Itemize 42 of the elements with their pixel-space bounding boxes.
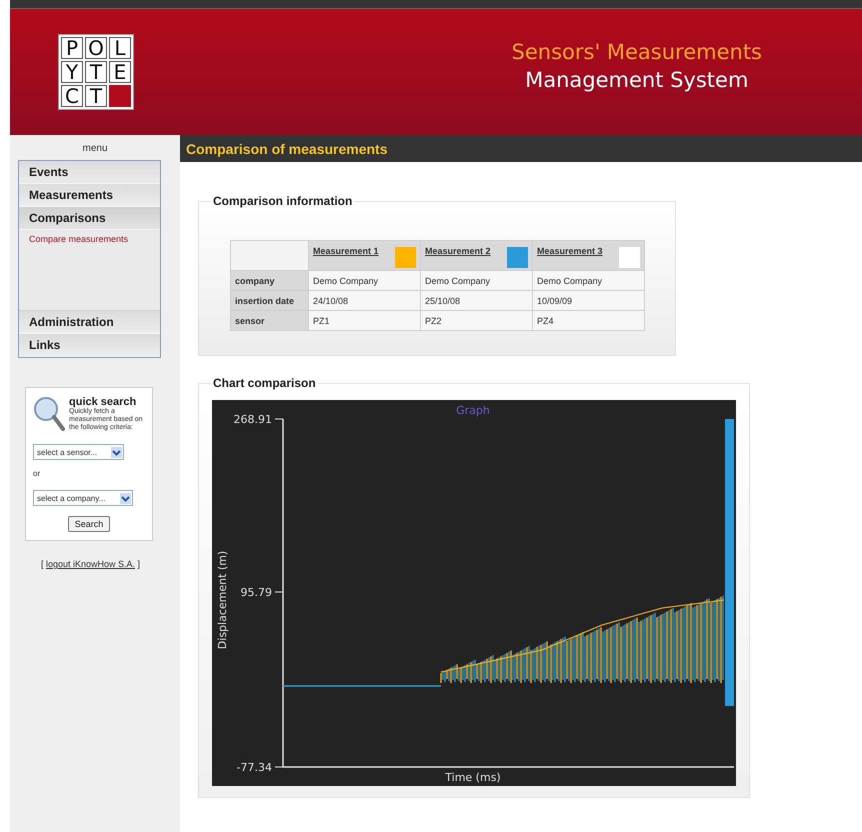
table-cell: 25/10/08 [420,290,532,310]
or-label: or [33,469,42,478]
chart-title: Graph [456,404,490,417]
search-button[interactable]: Search [68,516,110,532]
table-cell: Demo Company [532,270,644,290]
table-cell: PZ1 [308,310,420,330]
magnifier-icon [33,396,65,432]
table-cell: PZ4 [532,310,644,330]
bracket: ] [138,559,140,569]
table-cell: Demo Company [308,270,420,290]
y-tick-label: 95.79 [240,586,272,599]
menu-item[interactable]: Measurements [19,184,160,207]
section-heading: Chart comparison [212,376,317,390]
x-axis-label: Time (ms) [445,771,501,784]
menu-label: menu [81,142,108,156]
chevron-down-icon [111,446,122,458]
bracket: [ [40,559,44,569]
menu-item[interactable]: Events [19,161,160,184]
menu-item[interactable]: Comparisons [19,207,160,230]
y-axis-label: Displacement (m) [216,550,229,650]
logo: P O L Y T E C T [58,34,134,110]
quick-search-title: quick search [69,396,138,408]
section-heading: Comparison information [212,194,354,208]
app-title: Sensors' Measurements [512,39,762,66]
row-label: company [230,270,308,290]
y-tick-label: -77.34 [236,761,272,774]
table-cell: 24/10/08 [308,290,420,310]
page-title: Comparison of measurements [186,140,388,156]
chevron-down-icon [120,492,131,504]
row-label: insertion date [230,290,308,310]
y-tick-label: 268.91 [234,413,272,426]
table-cell: 10/09/09 [532,290,644,310]
menu-item[interactable]: Links [19,334,160,357]
table-cell: PZ2 [420,310,532,330]
app-subtitle: Management System [524,67,750,94]
row-label: sensor [230,310,308,330]
table-cell: Demo Company [420,270,532,290]
submenu-item[interactable]: Compare measurements [29,234,150,244]
sensor-dropdown[interactable]: select a sensor... [33,444,124,460]
logout-link[interactable]: logout iKnowHow S.A. [46,559,136,569]
menu-item[interactable]: Administration [19,311,160,334]
company-dropdown[interactable]: select a company... [33,490,133,506]
